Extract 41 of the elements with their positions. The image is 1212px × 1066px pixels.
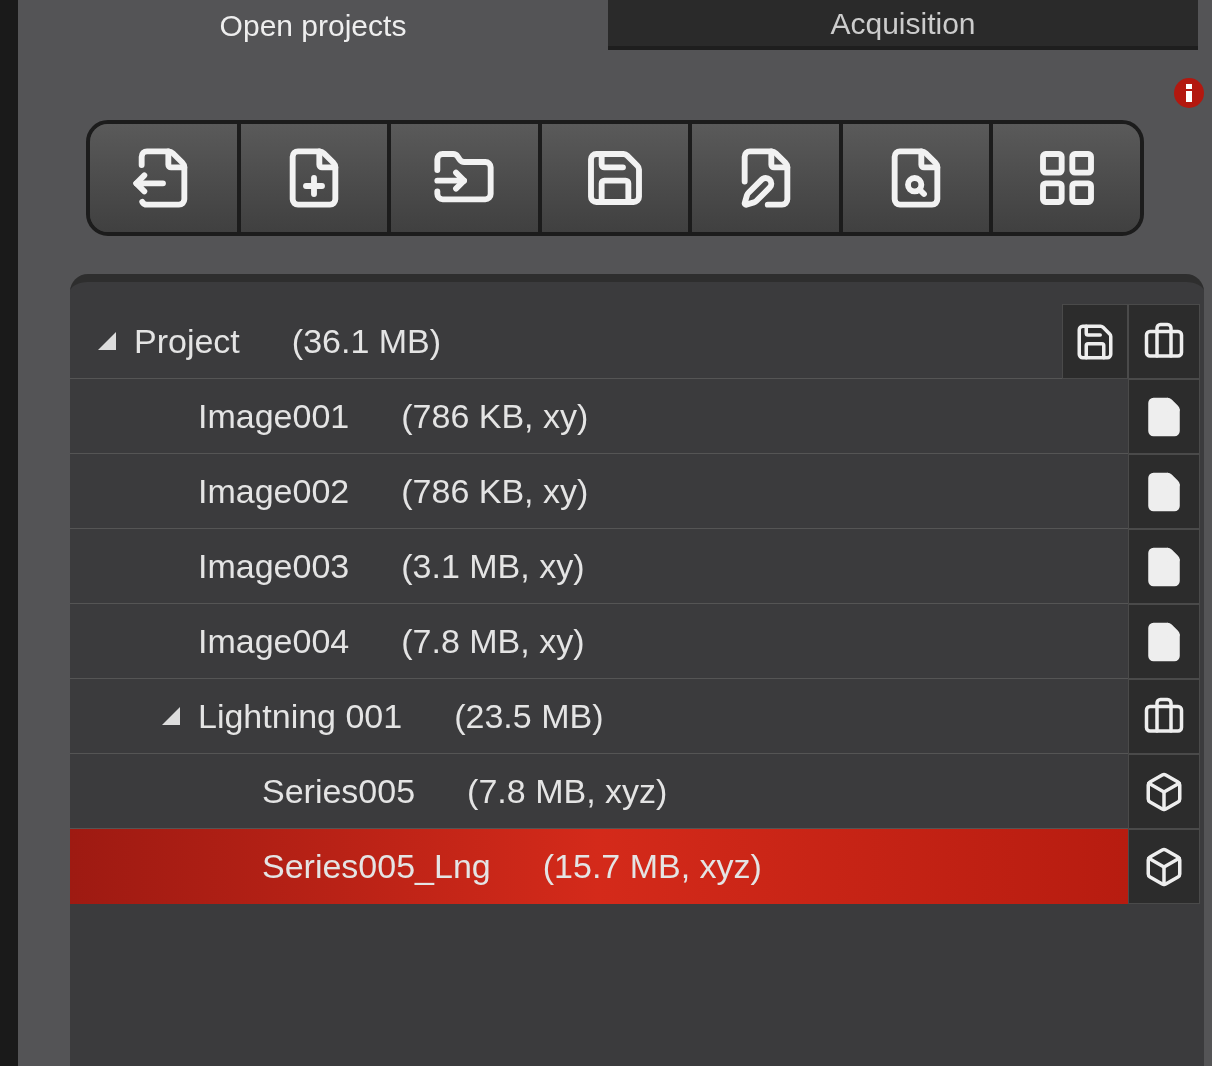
item-size: (786 KB, xy) [401, 395, 589, 437]
icon-cell[interactable] [1128, 454, 1200, 529]
icon-cell[interactable] [1128, 604, 1200, 679]
item-size: (36.1 MB) [291, 320, 442, 362]
item-name: Series005 [262, 770, 416, 812]
toolbar-button[interactable] [541, 124, 693, 232]
item-size: (7.8 MB, xy) [401, 620, 585, 662]
icon-cell[interactable] [1128, 529, 1200, 604]
tree-row[interactable]: Lightning 001 (23.5 MB) [70, 679, 1128, 754]
toolbar-button[interactable] [993, 124, 1140, 232]
tree-row[interactable]: Project (36.1 MB) [70, 304, 1062, 379]
item-size: (3.1 MB, xy) [401, 545, 585, 587]
item-size: (7.8 MB, xyz) [467, 770, 668, 812]
icon-cell[interactable] [1128, 829, 1200, 904]
item-name: Image002 [198, 470, 350, 512]
icon-cell[interactable] [1128, 379, 1200, 454]
icon-cell[interactable] [1128, 679, 1200, 754]
item-name: Image003 [198, 545, 350, 587]
item-size: (786 KB, xy) [401, 470, 589, 512]
icon-cell[interactable] [1128, 304, 1200, 379]
tab[interactable]: Acquisition [608, 0, 1198, 50]
tree-row[interactable]: Image002 (786 KB, xy) [70, 454, 1128, 529]
toolbar-button[interactable] [842, 124, 994, 232]
item-name: Lightning 001 [198, 695, 403, 737]
toolbar-button[interactable] [90, 124, 241, 232]
item-size: (23.5 MB) [454, 695, 604, 737]
tree-row[interactable]: Image004 (7.8 MB, xy) [70, 604, 1128, 679]
tree-row[interactable]: Image003 (3.1 MB, xy) [70, 529, 1128, 604]
tree-row[interactable]: Series005_Lng (15.7 MB, xyz) [70, 829, 1128, 904]
toolbar-button[interactable] [692, 124, 843, 232]
item-name: Image004 [198, 620, 350, 662]
toolbar-button[interactable] [391, 124, 542, 232]
toolbar-button[interactable] [240, 124, 392, 232]
icon-cell[interactable] [1062, 304, 1128, 379]
item-name: Image001 [198, 395, 350, 437]
tree-row[interactable]: Image001 (786 KB, xy) [70, 379, 1128, 454]
info-icon[interactable] [1174, 78, 1204, 108]
item-name: Series005_Lng [262, 845, 491, 887]
item-size: (15.7 MB, xyz) [542, 845, 762, 887]
icon-cell[interactable] [1128, 754, 1200, 829]
item-name: Project [134, 320, 240, 362]
